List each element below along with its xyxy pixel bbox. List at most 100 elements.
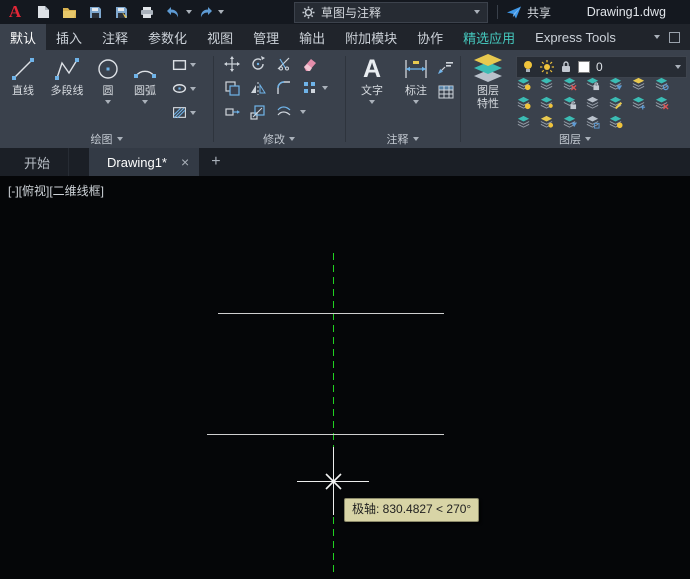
viewport-menu-control[interactable]: [-] — [8, 184, 19, 198]
viewport-controls: [-][俯视][二维线框] — [8, 182, 104, 199]
arc-tool-button[interactable]: 圆弧 — [126, 53, 164, 104]
layer-copy-objects-button[interactable] — [585, 114, 600, 134]
redo-dropdown-arrow[interactable] — [218, 10, 224, 14]
array-tool-button[interactable] — [300, 79, 320, 97]
drawing1-tab[interactable]: Drawing1* × — [89, 148, 199, 176]
array-dropdown-arrow[interactable] — [322, 86, 328, 90]
undo-button[interactable] — [160, 1, 186, 23]
start-tab[interactable]: 开始 — [6, 148, 69, 176]
polyline-tool-button[interactable]: 多段线 — [44, 53, 90, 98]
hatch-tool-button[interactable] — [172, 105, 196, 120]
layer-prev-button[interactable] — [631, 76, 646, 96]
offset-tool-button[interactable] — [274, 103, 294, 121]
modify-panel-label[interactable]: 修改 — [213, 132, 345, 146]
ribbon-tab-insert[interactable]: 插入 — [46, 24, 92, 50]
layer-walk-button[interactable] — [654, 76, 669, 96]
rectangle-tool-button[interactable] — [172, 57, 196, 72]
share-button[interactable]: 共享 — [507, 4, 551, 21]
plot-button[interactable] — [134, 1, 160, 23]
layer-unlock-button[interactable] — [562, 95, 577, 115]
mirror-tool-button[interactable] — [248, 79, 268, 97]
stretch-tool-button[interactable] — [222, 103, 242, 121]
scale-icon — [250, 104, 266, 120]
copy-tool-button[interactable] — [222, 79, 242, 97]
ribbon: 直线 多段线 圆 圆弧 绘图 — [0, 50, 690, 148]
viewport-visual-style-control[interactable]: [二维线框] — [49, 184, 104, 198]
draw-panel-label[interactable]: 绘图 — [0, 132, 213, 146]
leader-tool-button[interactable] — [438, 58, 454, 74]
ellipse-dropdown-arrow[interactable] — [190, 87, 196, 91]
ribbon-tab-output[interactable]: 输出 — [289, 24, 335, 50]
drawing-canvas[interactable]: [-][俯视][二维线框] 极轴: 830.4827 < 270° — [0, 176, 690, 579]
rotate-tool-button[interactable] — [248, 55, 268, 73]
layer-match-button[interactable] — [608, 76, 623, 96]
trim-tool-button[interactable] — [274, 55, 294, 73]
line-tool-button[interactable]: 直线 — [4, 53, 42, 98]
autocad-logo: A — [9, 2, 21, 22]
save-as-button[interactable] — [108, 1, 134, 23]
text-tool-button[interactable]: A 文字 — [352, 53, 392, 104]
erase-tool-button[interactable] — [300, 55, 320, 73]
polyline-icon — [54, 53, 80, 85]
layer-freeze-button[interactable] — [562, 76, 577, 96]
layer-states-button[interactable] — [608, 114, 623, 134]
app-menu-button[interactable]: A — [0, 0, 30, 24]
text-dropdown-arrow[interactable] — [369, 100, 375, 104]
ribbon-tab-home[interactable]: 默认 — [0, 24, 46, 50]
ribbon-display-toggle[interactable] — [669, 32, 680, 43]
ribbon-tab-view[interactable]: 视图 — [197, 24, 243, 50]
layer-off-button[interactable] — [516, 76, 531, 96]
arc-label: 圆弧 — [134, 85, 156, 98]
ribbon-tab-express-tools[interactable]: Express Tools — [525, 24, 626, 50]
redo-button[interactable] — [192, 1, 218, 23]
ribbon-tab-manage[interactable]: 管理 — [243, 24, 289, 50]
fillet-tool-button[interactable] — [274, 79, 294, 97]
layer-change-button[interactable] — [608, 95, 623, 115]
arc-dropdown-arrow[interactable] — [142, 100, 148, 104]
move-tool-button[interactable] — [222, 55, 242, 73]
layer-lock-button[interactable] — [585, 76, 600, 96]
erase-icon — [302, 56, 318, 72]
layers-panel-label[interactable]: 图层 — [460, 132, 690, 146]
new-file-button[interactable] — [30, 1, 56, 23]
save-button[interactable] — [82, 1, 108, 23]
layer-properties-button[interactable]: 图层 特性 — [464, 53, 512, 111]
ellipse-tool-button[interactable] — [172, 81, 196, 96]
close-tab-button[interactable]: × — [181, 155, 189, 169]
ribbon-collapse-arrow[interactable] — [654, 35, 660, 39]
undo-icon — [166, 6, 181, 19]
circle-dropdown-arrow[interactable] — [105, 100, 111, 104]
layer-turn-all-on-button[interactable] — [539, 114, 554, 134]
layer-delete-button[interactable] — [654, 95, 669, 115]
ribbon-tab-annotate[interactable]: 注释 — [92, 24, 138, 50]
rectangle-dropdown-arrow[interactable] — [190, 63, 196, 67]
dimension-tool-button[interactable]: 标注 — [396, 53, 436, 104]
ribbon-tab-parametric[interactable]: 参数化 — [138, 24, 197, 50]
mirror-icon — [250, 80, 266, 96]
viewport-view-control[interactable]: [俯视] — [19, 184, 50, 198]
layer-tools-row-3 — [516, 116, 623, 132]
table-tool-button[interactable] — [438, 84, 454, 100]
dimension-dropdown-arrow[interactable] — [413, 100, 419, 104]
scale-tool-button[interactable] — [248, 103, 268, 121]
bulb-icon — [522, 60, 534, 74]
ribbon-tab-featured-apps[interactable]: 精选应用 — [453, 24, 525, 50]
text-label: 文字 — [361, 85, 383, 98]
hatch-dropdown-arrow[interactable] — [190, 111, 196, 115]
layer-merge-button[interactable] — [631, 95, 646, 115]
ribbon-tab-collaborate[interactable]: 协作 — [407, 24, 453, 50]
circle-tool-button[interactable]: 圆 — [92, 53, 124, 104]
layer-isolate-button[interactable] — [539, 76, 554, 96]
annotate-panel-label[interactable]: 注释 — [345, 132, 460, 146]
modify-more-arrow[interactable] — [300, 110, 306, 114]
layer-thaw-button[interactable] — [539, 95, 554, 115]
new-drawing-tab-button[interactable]: + — [199, 148, 232, 176]
modify-panel-title: 修改 — [263, 131, 285, 147]
workspace-dropdown[interactable]: 草图与注释 — [294, 2, 488, 23]
layer-freeze-all-button[interactable] — [516, 114, 531, 134]
layer-unisolate-button[interactable] — [585, 95, 600, 115]
layer-on-button[interactable] — [516, 95, 531, 115]
open-file-button[interactable] — [56, 1, 82, 23]
ribbon-tab-addins[interactable]: 附加模块 — [335, 24, 407, 50]
layer-dropdown[interactable]: 0 — [516, 56, 687, 78]
